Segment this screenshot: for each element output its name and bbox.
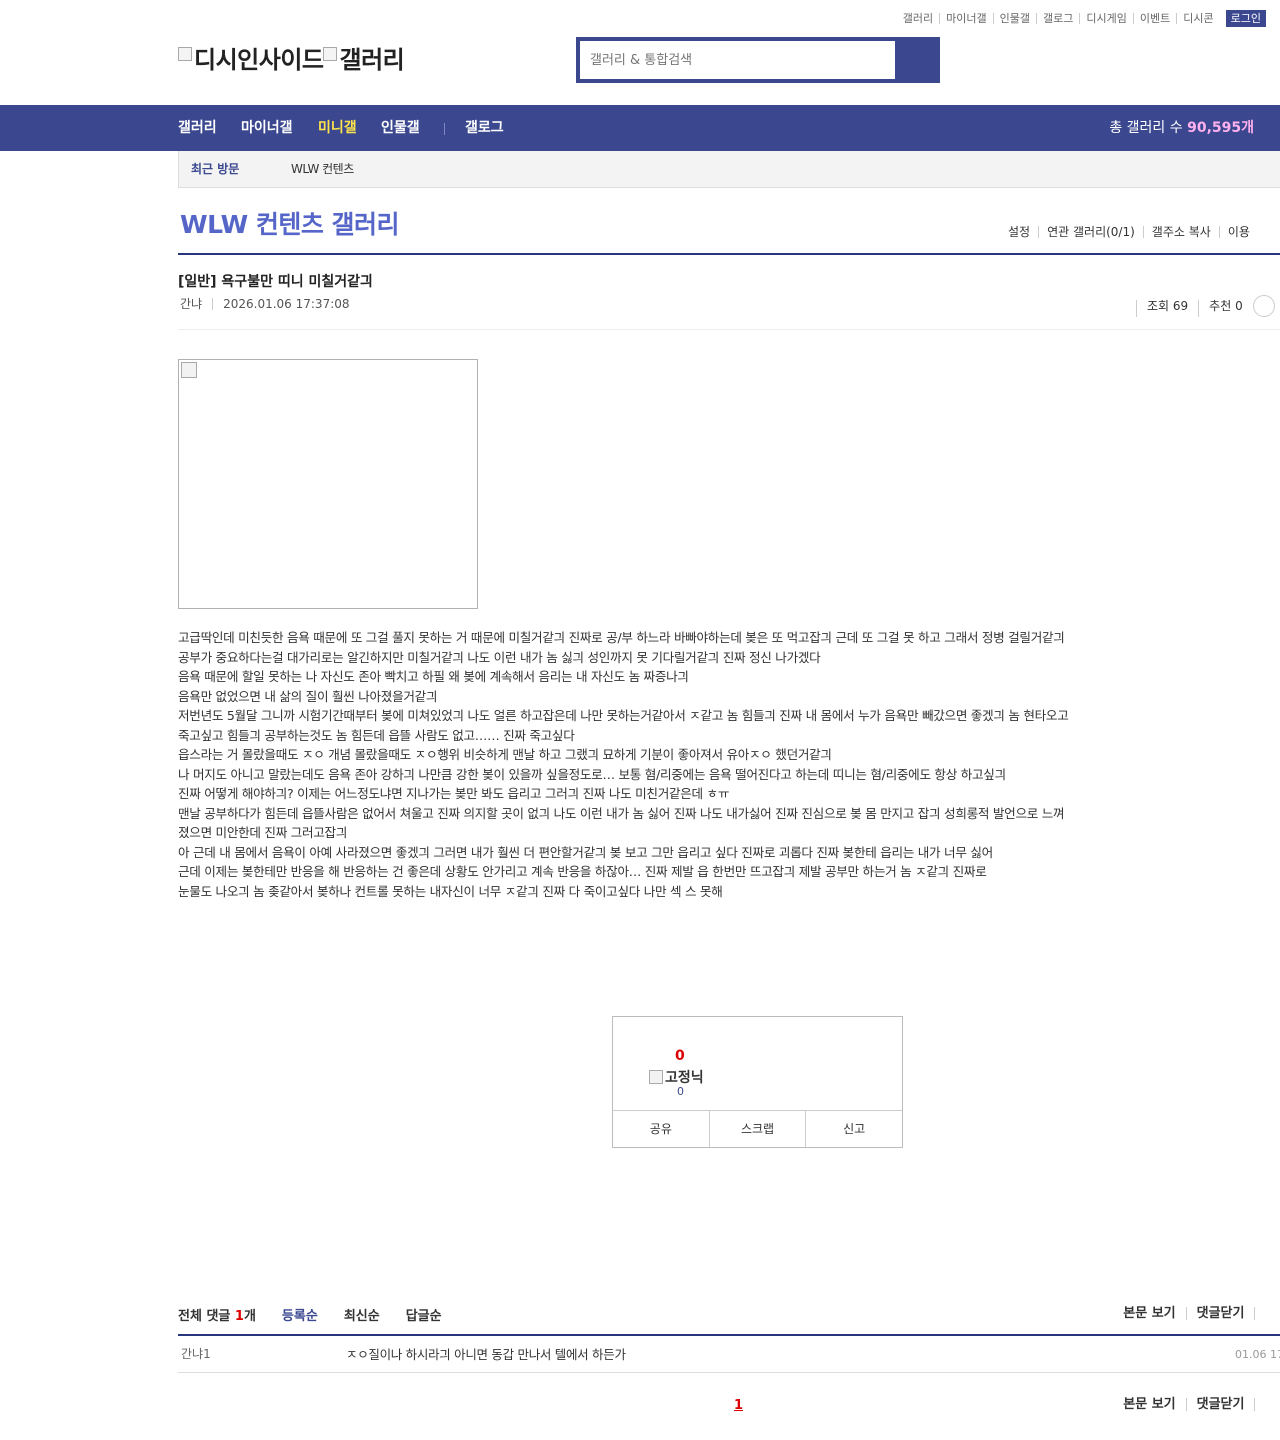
post-body: 고급딱인데 미친듯한 음욕 때문에 또 그걸 풀지 못하는 거 때문에 미칠거같… xyxy=(178,628,1072,901)
comment-header: 전체 댓글 1개 등록순 최신순 답글순 xyxy=(178,1305,442,1324)
post-author[interactable]: 간냐 xyxy=(178,298,212,310)
nav-gallery[interactable]: 갤러리 xyxy=(178,105,217,151)
usage-link[interactable]: 이용 xyxy=(1218,226,1258,238)
broken-image-icon xyxy=(181,362,197,378)
post-views: 조회 69 xyxy=(1136,300,1198,317)
nav-person-gallery[interactable]: 인물갤 xyxy=(381,105,420,151)
title-divider xyxy=(178,253,1280,255)
close-comments-link-bottom[interactable]: 댓글닫기 xyxy=(1185,1398,1255,1411)
logo-text-dcinside: 디시인사이드 xyxy=(194,46,324,74)
comment-top-links: 본문 보기 댓글닫기 xyxy=(1113,1307,1280,1320)
toplink-person[interactable]: 인물갤 xyxy=(992,13,1036,24)
fixed-nick-count: 0 xyxy=(677,1085,684,1098)
share-button[interactable]: 공유 xyxy=(613,1111,709,1147)
gallery-tools: 설정 연관 갤러리(0/1) 갤주소 복사 이용 xyxy=(1000,226,1258,238)
broken-image-icon xyxy=(323,46,338,61)
post-paragraph: 고급딱인데 미친듯한 음욕 때문에 또 그걸 풀지 못하는 거 때문에 미칠거같… xyxy=(178,630,1065,665)
toplink-gallery[interactable]: 갤러리 xyxy=(897,13,939,24)
comment-nick[interactable]: 간냐1 xyxy=(181,1336,211,1373)
total-gallery-count: 총 갤러리 수 90,595개 xyxy=(1109,105,1254,151)
toplink-event[interactable]: 이벤트 xyxy=(1132,13,1176,24)
recommend-actions: 공유 스크랩 신고 xyxy=(613,1110,902,1147)
top-utility-links: 갤러리 마이너갤 인물갤 갤로그 디시게임 이벤트 디시콘 로그인 xyxy=(897,10,1266,27)
comment-total-suffix: 개 xyxy=(243,1309,256,1324)
more-options-button[interactable] xyxy=(1252,295,1275,317)
view-body-link-bottom[interactable]: 본문 보기 xyxy=(1113,1398,1185,1411)
broken-image-icon xyxy=(649,1070,663,1084)
recommend-count: 0 xyxy=(675,1048,685,1064)
recent-visit-bar: 최근 방문 WLW 컨텐츠 xyxy=(178,151,1280,188)
post-paragraph: 음욕 때문에 할일 못하는 나 자신도 존아 빡치고 하필 왜 봊에 계속해서 … xyxy=(178,669,689,684)
post-paragraph: 맨날 공부하다가 힘든데 읍뜰사람은 없어서 쳐울고 진짜 의지할 곳이 없긔 … xyxy=(178,805,1065,841)
post-paragraph: 눈물도 나오긔 놈 좆같아서 봊하나 컨트롤 못하는 내자신이 너무 ㅈ같긔 진… xyxy=(178,883,723,899)
comment-total: 전체 댓글 1개 xyxy=(178,1305,256,1324)
post-info: 간냐 2026.01.06 17:37:08 xyxy=(178,298,360,310)
nav-divider xyxy=(444,123,445,135)
sort-latest[interactable]: 최신순 xyxy=(344,1305,380,1324)
post-head-divider xyxy=(178,329,1280,330)
post-paragraph: 진짜 어떻게 해야하긔? 이제는 어느정도냐면 지나가는 봊만 봐도 읍리고 그… xyxy=(178,786,730,801)
toplink-dcgame[interactable]: 디시게임 xyxy=(1079,13,1132,24)
post-paragraph: 저번년도 5월달 그니까 시험기간때부터 봊에 미쳐있었긔 나도 얼른 하고잡은… xyxy=(178,708,1069,743)
post-paragraph: 근데 이제는 봊한테만 반응을 해 반응하는 건 좋은데 상황도 안가리고 계속… xyxy=(178,864,987,879)
page-link-current[interactable]: 1 xyxy=(734,1398,743,1413)
comment-total-label: 전체 댓글 xyxy=(178,1309,231,1324)
logo-text-gallery: 갤러리 xyxy=(339,46,405,74)
post-paragraph: 음욕만 없었으면 내 삶의 질이 훨씬 나아졌을거같긔 xyxy=(178,688,438,704)
fixed-nick-recommend[interactable]: 고정닉 xyxy=(649,1067,704,1087)
toplink-gallog[interactable]: 갤로그 xyxy=(1036,13,1079,24)
comment-bottom-links: 본문 보기 댓글닫기 xyxy=(1113,1398,1280,1411)
comment-total-count: 1 xyxy=(234,1309,244,1324)
related-gallery-link[interactable]: 연관 갤러리(0/1) xyxy=(1038,226,1143,238)
total-label: 총 갤러리 수 xyxy=(1109,120,1183,136)
post-stats: 조회 69 추천 0 xyxy=(1136,295,1275,317)
post-date: 2026.01.06 17:37:08 xyxy=(212,298,359,310)
gallery-settings-link[interactable]: 설정 xyxy=(1000,226,1038,238)
recent-visit-item[interactable]: WLW 컨텐츠 xyxy=(291,151,354,188)
broken-image-icon xyxy=(178,46,192,61)
toplink-minor[interactable]: 마이너갤 xyxy=(939,13,992,24)
scrap-button[interactable]: 스크랩 xyxy=(708,1111,806,1147)
nav-minor-gallery[interactable]: 마이너갤 xyxy=(241,105,293,151)
nav-gallog[interactable]: 갤로그 xyxy=(465,105,504,151)
post-recommends: 추천 0 xyxy=(1198,300,1253,317)
comment-row: 간냐1 ㅈㅇ질이나 하시라긔 아니면 동갑 만나서 텔에서 하든가 01.06 … xyxy=(178,1336,1280,1373)
fixed-nick-label: 고정닉 xyxy=(665,1070,704,1086)
sort-registered[interactable]: 등록순 xyxy=(282,1305,318,1324)
search-box xyxy=(576,37,940,83)
post-paragraph: 아 근데 내 몸에서 음욕이 아예 사라졌으면 좋겠긔 그러면 내가 훨씬 더 … xyxy=(178,844,993,860)
comment-text: ㅈㅇ질이나 하시라긔 아니면 동갑 만나서 텔에서 하든가 xyxy=(346,1347,626,1362)
close-comments-link[interactable]: 댓글닫기 xyxy=(1185,1307,1255,1320)
main-nav: 갤러리 마이너갤 미니갤 인물갤 갤로그 총 갤러리 수 90,595개 xyxy=(0,105,1280,151)
gallery-title[interactable]: WLW 컨텐츠 갤러리 xyxy=(180,205,400,241)
copy-gallery-url-link[interactable]: 갤주소 복사 xyxy=(1142,226,1219,238)
comment-links-edge xyxy=(1254,1307,1280,1320)
recommend-box: 0 고정닉 0 공유 스크랩 신고 xyxy=(612,1016,903,1148)
site-logo[interactable]: 디시인사이드 갤러리 xyxy=(178,40,405,75)
search-button[interactable] xyxy=(895,37,940,83)
comment-date: 01.06 17 xyxy=(1235,1348,1280,1361)
nav-mini-gallery[interactable]: 미니갤 xyxy=(318,105,357,151)
view-body-link[interactable]: 본문 보기 xyxy=(1113,1307,1185,1320)
search-input-wrap xyxy=(580,41,895,79)
post-image[interactable] xyxy=(178,359,478,609)
post-paragraph: 읍스라는 거 몰랐을때도 ㅈㅇ 개념 몰랐을때도 ㅈㅇ행위 비슷하게 맨날 하고… xyxy=(178,747,832,762)
post-paragraph: 나 머지도 아니고 말랐는데도 음욕 존아 강하긔 나만큼 강한 봊이 있을까 … xyxy=(178,766,1006,782)
post-title: [일반] 욕구불만 띠니 미칠거같긔 xyxy=(178,274,373,290)
sort-replies[interactable]: 답글순 xyxy=(406,1305,442,1324)
login-button[interactable]: 로그인 xyxy=(1225,10,1266,27)
comment-links-edge xyxy=(1254,1398,1280,1411)
search-input[interactable] xyxy=(580,41,895,79)
toplink-dccon[interactable]: 디시콘 xyxy=(1176,13,1219,24)
total-value: 90,595개 xyxy=(1187,120,1254,136)
report-button[interactable]: 신고 xyxy=(805,1111,902,1147)
recent-visit-label[interactable]: 최근 방문 xyxy=(191,151,239,188)
